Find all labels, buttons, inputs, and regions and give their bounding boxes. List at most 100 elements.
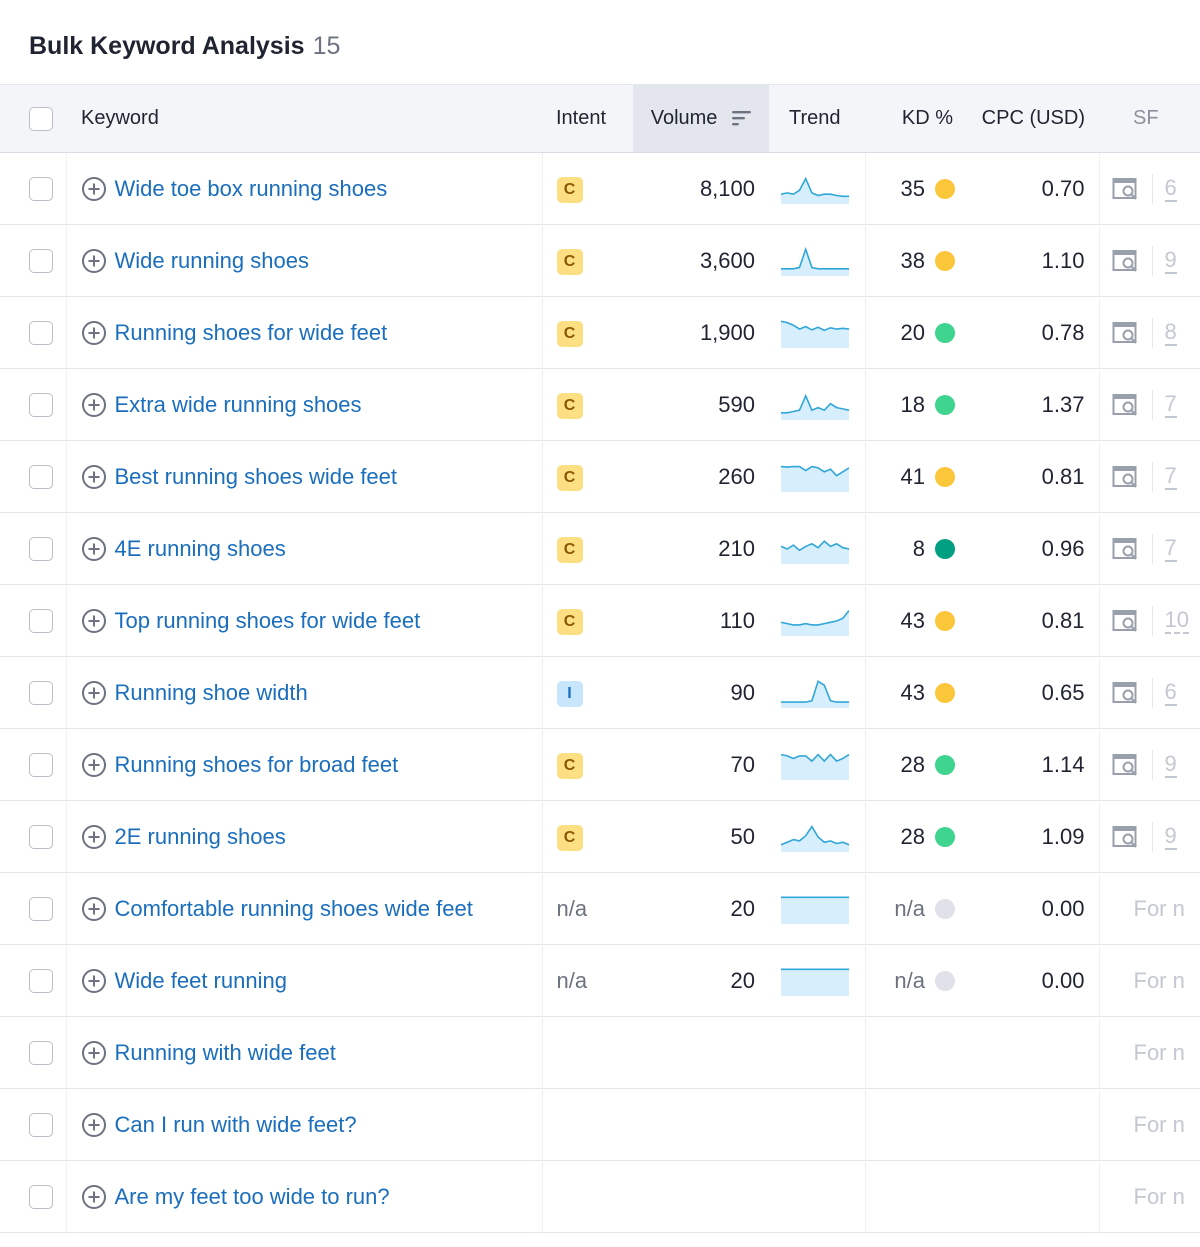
serp-features-icon[interactable] [1112, 320, 1140, 346]
intent-badge[interactable]: C [556, 537, 583, 563]
row-checkbox[interactable] [29, 896, 53, 921]
serp-features-icon[interactable] [1112, 680, 1140, 706]
volume-cell: 1,900 [699, 319, 755, 345]
column-header-volume[interactable]: Volume [633, 84, 769, 153]
plus-circle-icon[interactable] [81, 176, 107, 202]
plus-circle-icon[interactable] [81, 248, 107, 274]
select-all-checkbox[interactable] [29, 106, 53, 131]
column-header-intent[interactable]: Intent [542, 84, 633, 153]
intent-badge[interactable]: n/a [557, 896, 588, 921]
keyword-link[interactable]: Comfortable running shoes wide feet [115, 896, 473, 922]
trend-cell [769, 368, 866, 441]
sf-count[interactable]: 6 [1164, 175, 1177, 202]
plus-circle-icon[interactable] [81, 536, 107, 562]
intent-badge[interactable]: I [556, 681, 583, 707]
row-checkbox-cell [0, 1016, 67, 1089]
column-header-cpc[interactable]: CPC (USD) [967, 84, 1099, 153]
row-checkbox[interactable] [29, 320, 53, 345]
row-checkbox[interactable] [29, 392, 53, 417]
plus-circle-icon[interactable] [81, 680, 107, 706]
sf-count[interactable]: 10 [1164, 607, 1189, 634]
row-checkbox[interactable] [29, 1112, 53, 1137]
intent-badge[interactable]: C [556, 393, 583, 419]
sf-separator [1151, 461, 1153, 492]
keyword-link[interactable]: Running shoes for wide feet [115, 320, 388, 346]
keyword-link[interactable]: Wide toe box running shoes [115, 176, 388, 202]
row-checkbox[interactable] [29, 536, 53, 561]
row-checkbox[interactable] [29, 176, 53, 201]
row-checkbox[interactable] [29, 248, 53, 273]
plus-circle-icon[interactable] [81, 1184, 107, 1210]
row-checkbox[interactable] [29, 824, 53, 849]
serp-features-icon[interactable] [1112, 176, 1140, 202]
column-header-sf[interactable]: SF [1099, 84, 1200, 153]
row-checkbox[interactable] [29, 1184, 53, 1209]
keyword-link[interactable]: Can I run with wide feet? [115, 1112, 357, 1138]
plus-circle-icon[interactable] [81, 1040, 107, 1066]
sf-cell: 6 [1099, 153, 1200, 225]
column-header-trend[interactable]: Trend [769, 84, 865, 153]
plus-circle-icon[interactable] [81, 392, 107, 418]
serp-features-icon[interactable] [1112, 608, 1140, 634]
sf-count[interactable]: 7 [1164, 391, 1177, 418]
plus-circle-icon[interactable] [81, 464, 107, 490]
intent-badge[interactable]: C [556, 177, 583, 203]
serp-features-icon[interactable] [1112, 752, 1140, 778]
intent-badge[interactable]: C [556, 753, 583, 779]
header-checkbox-cell [0, 84, 66, 153]
column-header-kd[interactable]: KD % [865, 84, 967, 153]
plus-circle-icon[interactable] [81, 968, 107, 994]
keyword-link[interactable]: 4E running shoes [115, 536, 286, 562]
plus-circle-icon[interactable] [81, 608, 107, 634]
page-header: Bulk Keyword Analysis 15 [0, 0, 1200, 84]
row-checkbox[interactable] [29, 752, 53, 777]
sf-count[interactable]: 7 [1164, 463, 1177, 490]
sf-separator [1151, 173, 1153, 204]
keyword-link[interactable]: Running shoes for broad feet [115, 752, 399, 778]
sf-count[interactable]: 9 [1164, 247, 1177, 274]
sf-count[interactable]: 9 [1164, 751, 1177, 778]
serp-features-icon[interactable] [1112, 824, 1140, 850]
serp-features-icon[interactable] [1112, 464, 1140, 490]
sf-count[interactable]: 9 [1164, 823, 1177, 850]
kd-value: 38 [900, 247, 925, 273]
intent-badge[interactable]: C [556, 321, 583, 347]
keyword-link[interactable]: Wide running shoes [115, 248, 309, 274]
keyword-link[interactable]: 2E running shoes [115, 824, 286, 850]
keyword-link[interactable]: Wide feet running [115, 968, 287, 994]
plus-circle-icon[interactable] [81, 320, 107, 346]
row-checkbox[interactable] [29, 968, 53, 993]
serp-features-icon[interactable] [1112, 392, 1140, 418]
intent-badge[interactable]: C [556, 825, 583, 851]
intent-badge[interactable]: n/a [557, 968, 588, 993]
keyword-link[interactable]: Running with wide feet [115, 1040, 336, 1066]
intent-badge[interactable]: C [556, 249, 583, 275]
intent-badge[interactable]: C [556, 465, 583, 491]
row-checkbox[interactable] [29, 608, 53, 633]
keyword-link[interactable]: Best running shoes wide feet [115, 464, 398, 490]
keyword-link[interactable]: Running shoe width [115, 680, 308, 706]
serp-features-icon[interactable] [1112, 248, 1140, 274]
column-header-keyword[interactable]: Keyword [66, 84, 542, 153]
keyword-link[interactable]: Extra wide running shoes [115, 392, 362, 418]
sf-count[interactable]: 6 [1164, 679, 1177, 706]
plus-circle-icon[interactable] [81, 1112, 107, 1138]
row-checkbox[interactable] [29, 680, 53, 705]
sf-count[interactable]: 7 [1164, 535, 1177, 562]
intent-badge[interactable]: C [556, 609, 583, 635]
keyword-cell: Wide running shoes [66, 224, 543, 297]
row-checkbox[interactable] [29, 464, 53, 489]
keyword-link[interactable]: Top running shoes for wide feet [115, 608, 421, 634]
serp-features-icon[interactable] [1112, 536, 1140, 562]
plus-circle-icon[interactable] [81, 896, 107, 922]
intent-cell [542, 1161, 633, 1233]
keyword-link[interactable]: Are my feet too wide to run? [115, 1184, 390, 1210]
column-header-volume-label: Volume [650, 107, 718, 129]
plus-circle-icon[interactable] [81, 824, 107, 850]
plus-circle-icon[interactable] [81, 752, 107, 778]
sf-count[interactable]: 8 [1164, 319, 1177, 346]
kd-cell [865, 1017, 967, 1089]
row-checkbox[interactable] [29, 1040, 53, 1065]
kd-cell: 43 [865, 585, 967, 657]
sort-descending-icon[interactable] [731, 109, 753, 127]
